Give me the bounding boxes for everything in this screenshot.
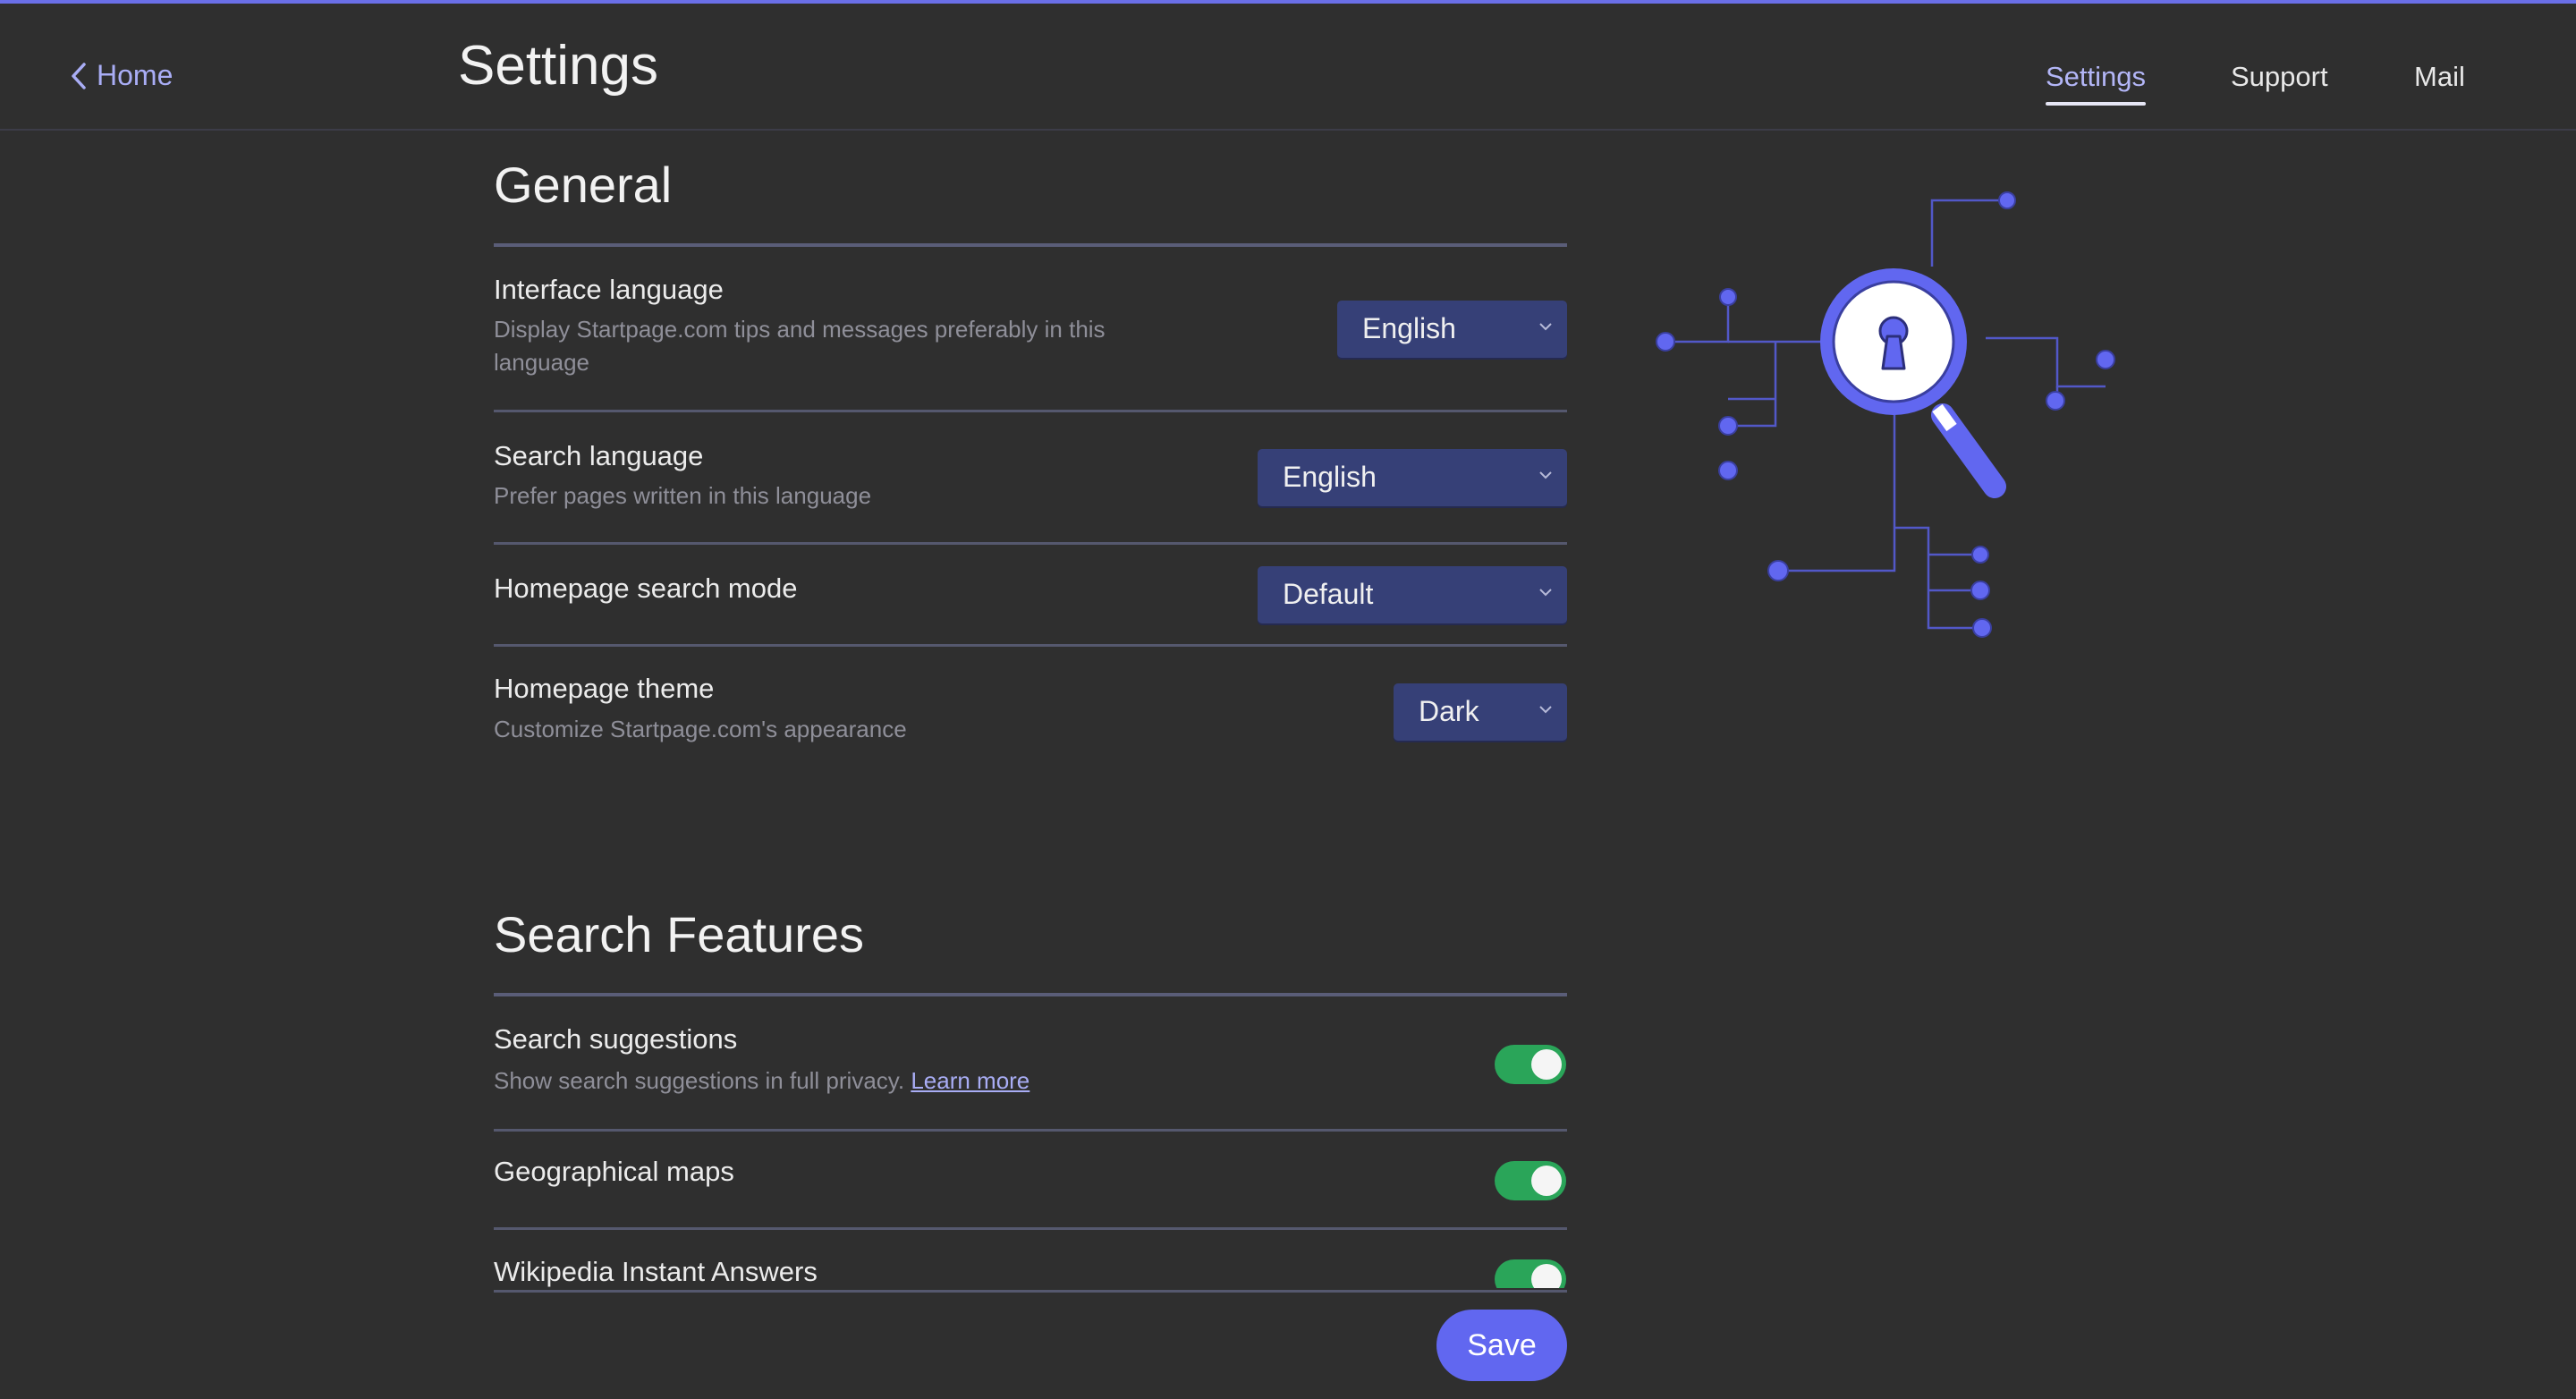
homepage-theme-value: Dark [1419,695,1479,727]
chevron-left-icon [72,62,86,89]
row-divider [494,1290,1567,1293]
interface-language-select[interactable]: English [1337,301,1567,358]
search-suggestions-description-text: Show search suggestions in full privacy. [494,1067,905,1094]
geographical-maps-label: Geographical maps [494,1156,734,1187]
save-button[interactable]: Save [1436,1310,1567,1381]
chevron-down-icon [1539,706,1552,714]
magnifier-keyhole-illustration [1656,191,2115,638]
interface-language-label: Interface language [494,274,724,305]
search-language-label: Search language [494,440,704,471]
section-divider [494,243,1567,247]
homepage-search-mode-label: Homepage search mode [494,572,798,604]
search-language-select[interactable]: English [1258,449,1567,506]
homepage-theme-description: Customize Startpage.com's appearance [494,716,907,742]
row-divider [494,644,1567,647]
wikipedia-instant-answers-label: Wikipedia Instant Answers [494,1256,818,1287]
homepage-theme-label: Homepage theme [494,673,715,704]
row-divider [494,1227,1567,1230]
nav-active-underline [2046,102,2147,106]
chevron-down-icon [1539,589,1552,597]
nav-support[interactable]: Support [2231,61,2328,93]
wikipedia-instant-answers-toggle[interactable] [1495,1259,1566,1288]
section-divider [494,993,1567,996]
section-title-general: General [494,157,673,213]
search-suggestions-description: Show search suggestions in full privacy.… [494,1064,1030,1098]
row-divider [494,410,1567,412]
home-link-label: Home [97,59,174,91]
interface-language-description: Display Startpage.com tips and messages … [494,316,1106,376]
top-header: Home Settings Settings Support Mail [0,4,2576,131]
search-language-description: Prefer pages written in this language [494,482,872,509]
geographical-maps-toggle[interactable] [1495,1161,1566,1200]
nav-settings-label: Settings [2046,61,2147,92]
toggle-knob [1531,1049,1562,1080]
toggle-knob [1531,1264,1562,1288]
nav-settings[interactable]: Settings [2046,61,2147,106]
chevron-down-icon [1539,471,1552,479]
home-back-link[interactable]: Home [70,59,173,92]
learn-more-link[interactable]: Learn more [911,1067,1030,1094]
wikipedia-toggle-clip [1495,1259,1566,1288]
search-suggestions-label: Search suggestions [494,1023,738,1055]
chevron-down-icon [1539,323,1552,331]
row-divider [494,542,1567,545]
nav-mail[interactable]: Mail [2414,61,2465,93]
search-language-value: English [1283,461,1377,493]
homepage-search-mode-select[interactable]: Default [1258,566,1567,623]
section-title-search-features: Search Features [494,906,864,962]
homepage-theme-select[interactable]: Dark [1394,683,1567,741]
interface-language-value: English [1362,312,1456,344]
toggle-knob [1531,1166,1562,1196]
row-divider [494,1129,1567,1132]
search-suggestions-toggle[interactable] [1495,1045,1566,1084]
page-title: Settings [458,35,659,97]
homepage-search-mode-value: Default [1283,578,1374,610]
